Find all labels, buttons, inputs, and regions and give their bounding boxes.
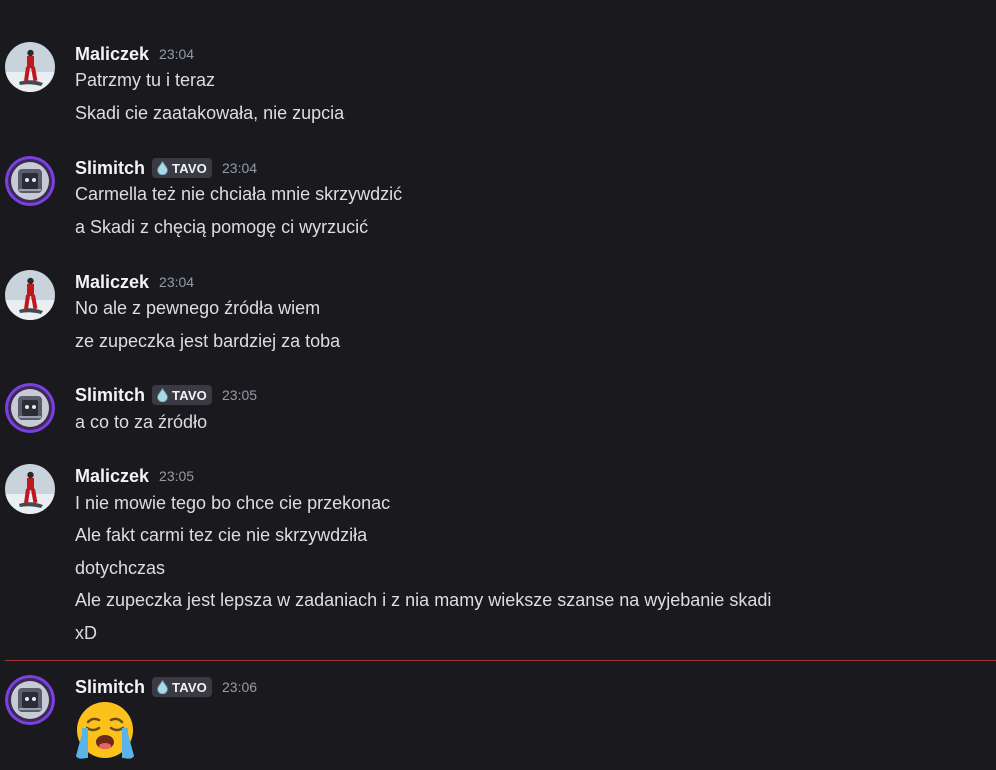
message-header: Slimitch TAVO 23:05 [75,383,257,407]
clan-tag[interactable]: TAVO [152,158,212,178]
clan-tag-label: TAVO [172,160,207,176]
clan-tag[interactable]: TAVO [152,677,212,697]
message-text: Ale fakt carmi tez cie nie skrzywdziła [75,525,368,545]
timestamp: 23:06 [222,679,258,695]
avatar-maliczek[interactable] [5,42,55,92]
drop-icon [157,680,168,694]
clan-tag-label: TAVO [172,387,207,403]
timestamp: 23:04 [159,274,195,290]
avatar-maliczek[interactable] [5,464,55,514]
message-text: xD [75,623,97,643]
message-text: I nie mowie tego bo chce cie przekonac [75,493,391,513]
message-text: Skadi cie zaatakowała, nie zupcia [75,103,345,123]
message-header: Maliczek 23:04 [75,42,194,66]
message-text: Ale zupeczka jest lepsza w zadaniach i z… [75,590,772,610]
message-header: Slimitch TAVO 23:04 [75,156,257,180]
timestamp: 23:04 [159,46,195,62]
message-text: a Skadi z chęcią pomogę ci wyrzucić [75,217,369,237]
drop-icon [157,388,168,402]
message-text: Patrzmy tu i teraz [75,70,216,90]
message-text: dotychczas [75,558,166,578]
message-header: Maliczek 23:05 [75,464,194,488]
username[interactable]: Slimitch [75,158,145,179]
clan-tag[interactable]: TAVO [152,385,212,405]
drop-icon [157,161,168,175]
avatar-slimitch[interactable] [5,675,55,725]
avatar-maliczek[interactable] [5,270,55,320]
username[interactable]: Slimitch [75,385,145,406]
message-text: ze zupeczka jest bardziej za toba [75,331,341,351]
timestamp: 23:05 [222,387,258,403]
username[interactable]: Maliczek [75,466,149,487]
avatar-slimitch[interactable] [5,156,55,206]
new-messages-divider [5,660,996,661]
message-text: No ale z pewnego źródła wiem [75,298,321,318]
loudly-crying-face-icon[interactable] [74,700,136,767]
message-header: Slimitch TAVO 23:06 [75,675,257,699]
username[interactable]: Slimitch [75,677,145,698]
avatar-slimitch[interactable] [5,383,55,433]
message-text: Carmella też nie chciała mnie skrzywdzić [75,184,403,204]
message-text: a co to za źródło [75,412,208,432]
username[interactable]: Maliczek [75,44,149,65]
clan-tag-label: TAVO [172,679,207,695]
message-header: Maliczek 23:04 [75,270,194,294]
timestamp: 23:04 [222,160,258,176]
username[interactable]: Maliczek [75,272,149,293]
timestamp: 23:05 [159,468,195,484]
